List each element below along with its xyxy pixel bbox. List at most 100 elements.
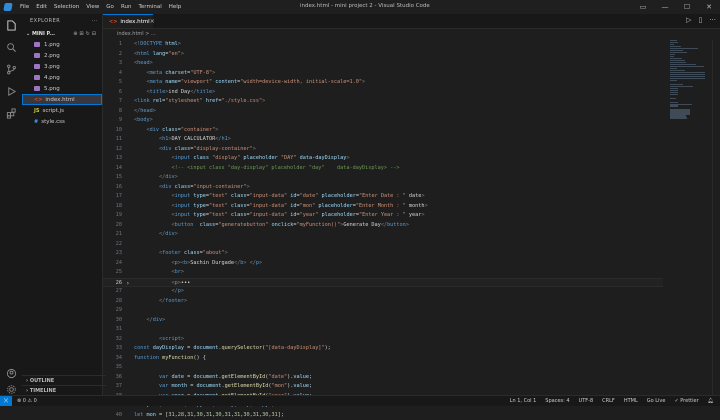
code-text[interactable]: <div class="container"> <box>134 126 218 136</box>
file-item[interactable]: #style.css <box>22 116 102 127</box>
code-line[interactable]: 13 <input class "display" placeholder "D… <box>103 154 663 164</box>
code-line[interactable]: 30 </div> <box>103 316 663 326</box>
file-item[interactable]: 5.png <box>22 83 102 94</box>
code-text[interactable]: let mon = [31,28,31,30,31,30,31,31,30,31… <box>134 411 284 420</box>
code-line[interactable]: 4 <meta charset="UTF-8"> <box>103 69 663 79</box>
code-line[interactable]: 15 </div> <box>103 173 663 183</box>
code-text[interactable]: </div> <box>134 173 178 183</box>
breadcrumb[interactable]: index.html > ... <box>103 29 156 39</box>
tab-index-html[interactable]: <> index.html × <box>103 14 153 28</box>
account-icon[interactable] <box>4 366 18 380</box>
file-item[interactable]: 2.png <box>22 50 102 61</box>
code-text[interactable]: <div class="display-container"> <box>134 145 256 155</box>
code-line[interactable]: 37 var month = document.getElementById("… <box>103 382 663 392</box>
run-debug-icon[interactable] <box>4 84 18 98</box>
code-text[interactable]: </div> <box>134 316 165 326</box>
code-line[interactable]: 9<body> <box>103 116 663 126</box>
code-line[interactable]: 7<link rel="stylesheet" href="./style.cs… <box>103 97 663 107</box>
indentation[interactable]: Spaces: 4 <box>545 398 569 404</box>
menu-file[interactable]: File <box>20 4 29 10</box>
code-line[interactable]: 28 </footer> <box>103 297 663 307</box>
code-text[interactable]: var date = document.getElementById("date… <box>134 373 312 383</box>
code-line[interactable]: 35 <box>103 363 663 373</box>
code-text[interactable]: </div> <box>134 230 178 240</box>
extensions-icon[interactable] <box>4 106 18 120</box>
menu-edit[interactable]: Edit <box>36 4 47 10</box>
code-line[interactable]: 40let mon = [31,28,31,30,31,30,31,31,30,… <box>103 411 663 420</box>
code-text[interactable]: <meta charset="UTF-8"> <box>134 69 215 79</box>
code-text[interactable]: <p><b>Sachin Durgade</b> </p> <box>134 259 262 269</box>
code-line[interactable]: 19 <input type="text" class="input-data"… <box>103 211 663 221</box>
language-mode[interactable]: HTML <box>624 398 638 404</box>
minimize-button[interactable]: — <box>654 0 676 14</box>
notifications-bell-icon[interactable]: 🔔︎ <box>708 398 714 404</box>
code-text[interactable]: </p> <box>134 287 184 297</box>
editor-scrollbar[interactable] <box>712 40 719 395</box>
code-text[interactable]: <br> <box>134 268 184 278</box>
code-line[interactable]: 25 <br> <box>103 268 663 278</box>
explorer-icon[interactable] <box>4 18 18 32</box>
layout-icon[interactable]: ▭ <box>632 0 654 14</box>
code-text[interactable]: <meta name="viewport" content="width=dev… <box>134 78 365 88</box>
code-line[interactable]: 8</head> <box>103 107 663 117</box>
encoding[interactable]: UTF-8 <box>579 398 594 404</box>
code-line[interactable]: 11 <h1>DAY CALCULATOR</h1> <box>103 135 663 145</box>
code-text[interactable]: <head> <box>134 59 153 69</box>
code-line[interactable]: 16 <div class="input-container"> <box>103 183 663 193</box>
search-icon[interactable] <box>4 40 18 54</box>
code-line[interactable]: 27 </p> <box>103 287 663 297</box>
problems-indicator[interactable]: ⊗ 0 ⚠ 0 <box>17 398 37 404</box>
code-text[interactable]: <link rel="stylesheet" href="./style.css… <box>134 97 265 107</box>
code-text[interactable]: <title>ind Day</title> <box>134 88 215 98</box>
close-button[interactable]: ✕ <box>698 0 720 14</box>
code-line[interactable]: 23 <footer class="about"> <box>103 249 663 259</box>
code-line[interactable]: 5 <meta name="viewport" content="width=d… <box>103 78 663 88</box>
code-text[interactable]: <button class="generatebutton" onclick="… <box>134 221 409 231</box>
menu-run[interactable]: Run <box>121 4 132 10</box>
code-text[interactable]: </footer> <box>134 297 187 307</box>
folder-actions-icon[interactable]: ⊕⊞↻⊟ <box>73 31 98 37</box>
close-tab-icon[interactable]: × <box>150 18 155 25</box>
go-live-button[interactable]: Go Live <box>647 398 666 404</box>
split-editor-icon[interactable]: ▯ <box>698 16 702 24</box>
file-item[interactable]: 3.png <box>22 61 102 72</box>
code-line[interactable]: 12 <div class="display-container"> <box>103 145 663 155</box>
code-text[interactable]: <body> <box>134 116 153 126</box>
code-text[interactable]: </head> <box>134 107 156 117</box>
code-text[interactable]: var month = document.getElementById("mon… <box>134 382 312 392</box>
code-text[interactable]: <div class="input-container"> <box>134 183 250 193</box>
file-item-active[interactable]: <>index.html <box>22 94 102 105</box>
code-line[interactable]: 17 <input type="text" class="input-data"… <box>103 192 663 202</box>
settings-gear-icon[interactable] <box>4 382 18 396</box>
minimap[interactable] <box>668 40 708 120</box>
menu-terminal[interactable]: Terminal <box>138 4 161 10</box>
code-line[interactable]: 33const dayDisplay = document.querySelec… <box>103 344 663 354</box>
code-text[interactable]: <input type="text" class="input-data" id… <box>134 192 425 202</box>
line-ending[interactable]: CRLF <box>602 398 615 404</box>
file-item[interactable]: JSscript.js <box>22 105 102 116</box>
code-text[interactable]: <script> <box>134 335 184 345</box>
code-line[interactable]: 3<head> <box>103 59 663 69</box>
code-line[interactable]: 31 <box>103 325 663 335</box>
code-line[interactable]: 18 <input type="text" class="input-data"… <box>103 202 663 212</box>
code-text[interactable]: <h1>DAY CALCULATOR</h1> <box>134 135 231 145</box>
run-icon[interactable]: ▷ <box>686 16 691 24</box>
menu-selection[interactable]: Selection <box>54 4 79 10</box>
code-line[interactable]: 20 <button class="generatebutton" onclic… <box>103 221 663 231</box>
code-text[interactable]: <input type="text" class="input-data" id… <box>134 202 428 212</box>
prettier-status[interactable]: ✓ Prettier <box>674 398 698 404</box>
code-text[interactable]: <input class "display" placeholder "DAY"… <box>134 154 350 164</box>
code-line[interactable]: 1<!DOCTYPE html> <box>103 40 663 50</box>
file-item[interactable]: 4.png <box>22 72 102 83</box>
code-text[interactable]: <!DOCTYPE html> <box>134 40 181 50</box>
code-line[interactable]: 32 <script> <box>103 335 663 345</box>
code-line[interactable]: 21 </div> <box>103 230 663 240</box>
source-control-icon[interactable] <box>4 62 18 76</box>
cursor-position[interactable]: Ln 1, Col 1 <box>510 398 537 404</box>
code-text[interactable]: function myFunction() { <box>134 354 206 364</box>
code-line[interactable]: 2<html lang="en"> <box>103 50 663 60</box>
code-text[interactable]: <input type="text" class="input-data" id… <box>134 211 425 221</box>
code-text[interactable]: <!-- <input class "day-display" placehol… <box>134 164 399 174</box>
code-line[interactable]: 22 <box>103 240 663 250</box>
code-line[interactable]: 24 <p><b>Sachin Durgade</b> </p> <box>103 259 663 269</box>
